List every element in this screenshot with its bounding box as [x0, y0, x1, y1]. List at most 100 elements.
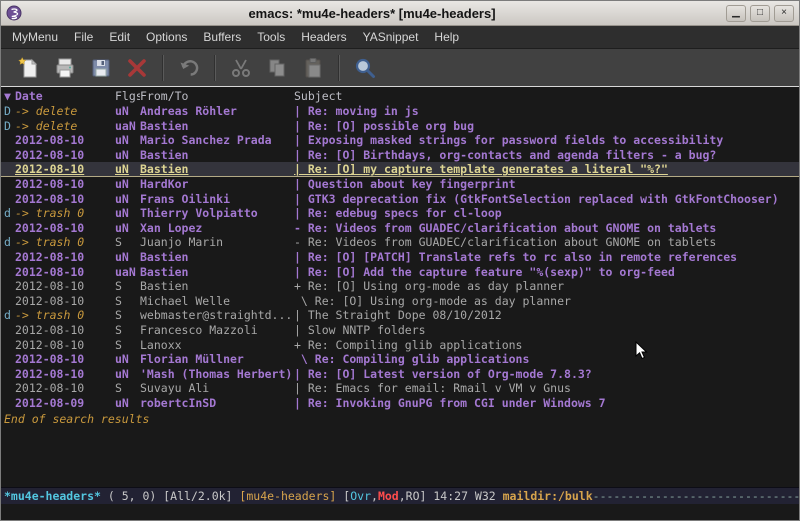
- message-from: Juanjo Marin: [140, 235, 294, 250]
- paste-icon[interactable]: [298, 53, 328, 83]
- message-row[interactable]: d-> trash 0Swebmaster@straightd...| The …: [1, 308, 799, 323]
- message-mark: [4, 279, 15, 294]
- undo-icon[interactable]: [174, 53, 204, 83]
- message-date: 2012-08-10: [15, 381, 115, 396]
- column-flags[interactable]: Flgs: [115, 89, 140, 104]
- modeline-segment: ( 5, 0): [101, 489, 163, 503]
- message-date: -> delete: [15, 104, 115, 119]
- message-row[interactable]: D-> deleteuNAndreas Röhler| Re: moving i…: [1, 104, 799, 119]
- message-subject: - Re: Videos from GUADEC/clarification a…: [294, 221, 799, 236]
- message-row[interactable]: 2012-08-10SBastien+ Re: [O] Using org-mo…: [1, 279, 799, 294]
- message-date: 2012-08-10: [15, 133, 115, 148]
- message-flags: uN: [115, 367, 140, 382]
- message-row[interactable]: 2012-08-10uNXan Lopez- Re: Videos from G…: [1, 221, 799, 236]
- message-row[interactable]: 2012-08-10SLanoxx+ Re: Compiling glib ap…: [1, 338, 799, 353]
- message-subject: | Re: [O] Add the capture feature "%(sex…: [294, 265, 799, 280]
- message-date: 2012-08-10: [15, 279, 115, 294]
- modeline-segment: ]: [420, 489, 434, 503]
- message-row[interactable]: 2012-08-10uNBastien| Re: [O] Birthdays, …: [1, 148, 799, 163]
- menu-file[interactable]: File: [66, 27, 101, 47]
- titlebar[interactable]: emacs: *mu4e-headers* [mu4e-headers] ▁ □…: [1, 1, 799, 26]
- message-flags: uN: [115, 221, 140, 236]
- print-icon[interactable]: [50, 53, 80, 83]
- message-row[interactable]: d-> trash 0uNThierry Volpiatto| Re: edeb…: [1, 206, 799, 221]
- message-row[interactable]: 2012-08-10uNBastien| Re: [O] my capture …: [1, 162, 799, 177]
- message-date: 2012-08-10: [15, 265, 115, 280]
- column-from[interactable]: From/To: [140, 89, 294, 104]
- modeline-segment: ----------------------------------------…: [593, 489, 799, 503]
- minimize-button[interactable]: ▁: [726, 5, 746, 22]
- toolbar-separator: [214, 55, 216, 81]
- search-icon[interactable]: [350, 53, 380, 83]
- minibuffer[interactable]: [1, 504, 799, 520]
- message-from: 'Mash (Thomas Herbert): [140, 367, 294, 382]
- message-mark: [4, 192, 15, 207]
- message-mark: D: [4, 104, 15, 119]
- save-icon[interactable]: [86, 53, 116, 83]
- message-date: 2012-08-10: [15, 221, 115, 236]
- column-subject[interactable]: Subject: [294, 89, 799, 104]
- message-row[interactable]: 2012-08-10uaNBastien| Re: [O] Add the ca…: [1, 265, 799, 280]
- sort-direction-icon[interactable]: ▼: [4, 89, 15, 104]
- message-row[interactable]: d-> trash 0SJuanjo Marin- Re: Videos fro…: [1, 235, 799, 250]
- message-row[interactable]: 2012-08-10uNFlorian Müllner \ Re: Compil…: [1, 352, 799, 367]
- new-file-icon[interactable]: [14, 53, 44, 83]
- message-date: -> trash 0: [15, 235, 115, 250]
- menu-yasnippet[interactable]: YASnippet: [355, 27, 427, 47]
- message-flags: S: [115, 235, 140, 250]
- message-row[interactable]: D-> deleteuaNBastien| Re: [O] possible o…: [1, 119, 799, 134]
- toolbar: [1, 49, 799, 87]
- message-from: Francesco Mazzoli: [140, 323, 294, 338]
- message-subject: | Re: [O] possible org bug: [294, 119, 799, 134]
- message-row[interactable]: 2012-08-10SMichael Welle \ Re: [O] Using…: [1, 294, 799, 309]
- modeline-segment: maildir:/bulk: [503, 489, 593, 503]
- message-mark: D: [4, 119, 15, 134]
- message-from: Michael Welle: [140, 294, 294, 309]
- message-date: -> trash 0: [15, 308, 115, 323]
- cut-icon[interactable]: [226, 53, 256, 83]
- message-flags: uN: [115, 250, 140, 265]
- message-date: 2012-08-10: [15, 323, 115, 338]
- message-mark: d: [4, 235, 15, 250]
- message-subject: \ Re: Compiling glib applications: [294, 352, 799, 367]
- kill-buffer-icon[interactable]: [122, 53, 152, 83]
- message-row[interactable]: 2012-08-10uN'Mash (Thomas Herbert)| Re: …: [1, 367, 799, 382]
- maximize-button[interactable]: □: [750, 5, 770, 22]
- message-row[interactable]: 2012-08-10uNBastien| Re: [O] [PATCH] Tra…: [1, 250, 799, 265]
- message-mark: [4, 381, 15, 396]
- message-flags: uN: [115, 352, 140, 367]
- menu-headers[interactable]: Headers: [293, 27, 354, 47]
- copy-icon[interactable]: [262, 53, 292, 83]
- emacs-app-icon: [6, 5, 22, 21]
- modeline-segment: *mu4e-headers*: [4, 489, 101, 503]
- message-subject: | Re: edebug specs for cl-loop: [294, 206, 799, 221]
- modeline-segment: [All/2.0k]: [163, 489, 239, 503]
- message-date: 2012-08-10: [15, 294, 115, 309]
- message-row[interactable]: 2012-08-10uNMario Sanchez Prada| Exposin…: [1, 133, 799, 148]
- menu-edit[interactable]: Edit: [101, 27, 138, 47]
- toolbar-separator: [338, 55, 340, 81]
- message-mark: [4, 162, 15, 176]
- message-date: 2012-08-10: [15, 177, 115, 192]
- menu-options[interactable]: Options: [138, 27, 195, 47]
- menu-tools[interactable]: Tools: [249, 27, 293, 47]
- close-button[interactable]: ×: [774, 5, 794, 22]
- message-row[interactable]: 2012-08-10SFrancesco Mazzoli| Slow NNTP …: [1, 323, 799, 338]
- menu-buffers[interactable]: Buffers: [195, 27, 249, 47]
- message-row[interactable]: 2012-08-10uNFrans Oilinki| GTK3 deprecat…: [1, 192, 799, 207]
- message-flags: uN: [115, 133, 140, 148]
- end-of-search-results: End of search results: [1, 412, 799, 426]
- message-from: Xan Lopez: [140, 221, 294, 236]
- menu-help[interactable]: Help: [426, 27, 467, 47]
- message-row[interactable]: 2012-08-10uNHardKor| Question about key …: [1, 177, 799, 192]
- message-row[interactable]: 2012-08-09uNrobertcInSD| Re: Invoking Gn…: [1, 396, 799, 411]
- message-subject: | Exposing masked strings for password f…: [294, 133, 799, 148]
- menu-mymenu[interactable]: MyMenu: [4, 27, 66, 47]
- message-subject: | Question about key fingerprint: [294, 177, 799, 192]
- message-subject: | GTK3 deprecation fix (GtkFontSelection…: [294, 192, 799, 207]
- message-flags: S: [115, 279, 140, 294]
- message-date: 2012-08-10: [15, 367, 115, 382]
- modeline: *mu4e-headers* ( 5, 0) [All/2.0k] [mu4e-…: [1, 487, 799, 504]
- message-row[interactable]: 2012-08-10SSuvayu Ali| Re: Emacs for ema…: [1, 381, 799, 396]
- column-date[interactable]: Date: [15, 89, 115, 104]
